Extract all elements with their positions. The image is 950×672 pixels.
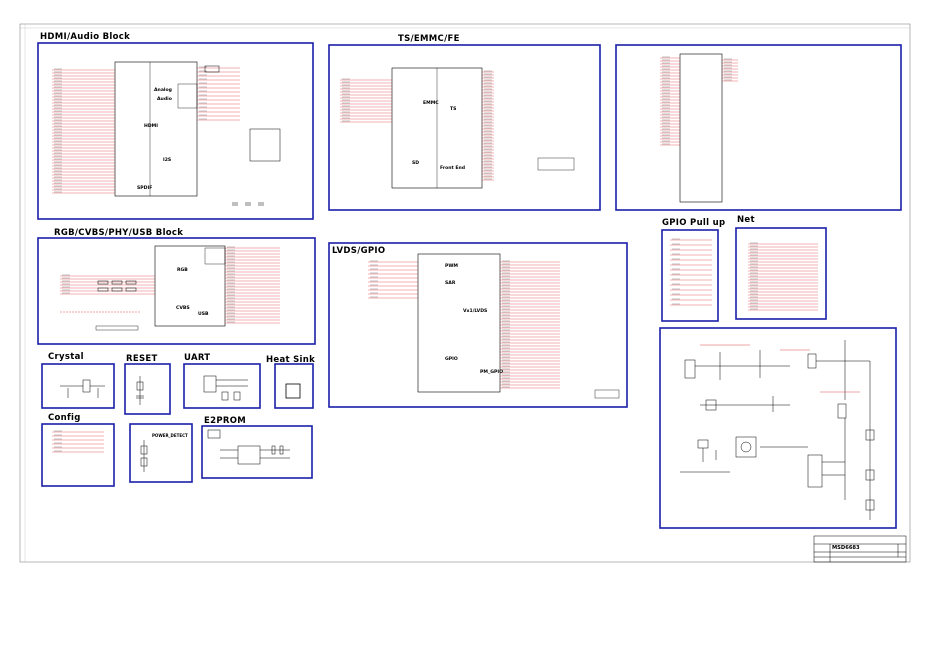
config-frame [41,423,115,487]
rgb-label-usb: USB [198,312,209,317]
heatsink-title: Heat Sink [266,355,316,365]
ts-emmc-fe-title: TS/EMMC/FE [398,34,460,44]
ts-label-sd: SD [412,161,420,166]
power-detect-label: POWER_DETECT [152,433,188,438]
config-title: Config [48,413,81,423]
hdmi-label-i2s: I2S [163,158,172,163]
reset-frame [124,363,171,415]
ts-left-pin [340,78,392,123]
title-block-part: MSD6683 [832,545,860,551]
uart-circuit [203,375,248,401]
lvds-frame [328,242,628,408]
connector-frame [615,44,902,211]
ts-label-ts: TS [450,107,457,112]
net-row [748,242,818,311]
power-detect-circuit [140,440,148,472]
crystal-title: Crystal [48,352,84,362]
rgb-resistors [97,280,137,292]
ts-right-pin [482,70,494,181]
config-row [52,430,104,453]
lvds-label-vx1lvds: Vx1/LVDS [463,309,488,314]
conn-left-pin [660,56,680,146]
eeprom-circuit [207,429,290,465]
hdmi-label-hdmi: HDMI [144,124,158,129]
net-frame [735,227,827,320]
heatsink-symbol [285,383,301,399]
eeprom-frame [201,425,313,479]
lvds-left-pin [368,260,418,299]
hdmi-chip-body [114,61,198,197]
ts-label-emmc: EMMC [423,101,439,106]
reset-circuit [136,376,144,405]
lvds-label-sar: SAR [445,281,456,286]
lvds-label-pmgpio: PM_GPIO [480,370,503,375]
gpio-pullup-frame [661,229,719,322]
lvds-right-pin [500,260,560,389]
power-circuit [680,340,875,520]
conn-right-pin [722,58,738,82]
net-title: Net [737,215,755,225]
ts-label-frontend: Front End [440,166,466,171]
hdmi-label-analog: Analog [154,88,172,93]
hdmi-label-audio: Audio [157,97,172,102]
rgb-label-cvbs: CVBS [176,306,190,311]
rgb-label-rgb: RGB [177,268,188,273]
gpio-pullup-title: GPIO Pull up [662,218,726,228]
rgb-chip-body [154,245,226,327]
hdmi-label-spdif: SPDIF [137,186,153,191]
power-wires [700,344,860,393]
power-frame [659,327,897,529]
reset-title: RESET [126,354,158,364]
hdmi-left-pin [52,68,115,194]
lvds-label-pwm: PWM [445,264,459,269]
title-block [813,535,907,563]
hdmi-right-pin [197,66,240,121]
hdmi-audio-frame [37,42,314,220]
connector-body [679,53,723,203]
rgb-block-title: RGB/CVBS/PHY/USB Block [54,228,184,238]
ts-frame [328,44,601,211]
hdmi-audio-title: HDMI/Audio Block [40,32,131,42]
crystal-circuit [60,379,105,398]
eeprom-title: E2PROM [204,416,246,426]
lvds-gpio-title: LVDS/GPIO [332,246,386,256]
schematic-sheet [19,23,911,563]
lvds-label-gpio: GPIO [445,357,458,362]
hdmi-caps [232,202,264,206]
heatsink-frame [274,363,314,409]
uart-title: UART [184,353,211,363]
rgb-right-pin [225,246,280,324]
gpio-row [670,238,712,306]
